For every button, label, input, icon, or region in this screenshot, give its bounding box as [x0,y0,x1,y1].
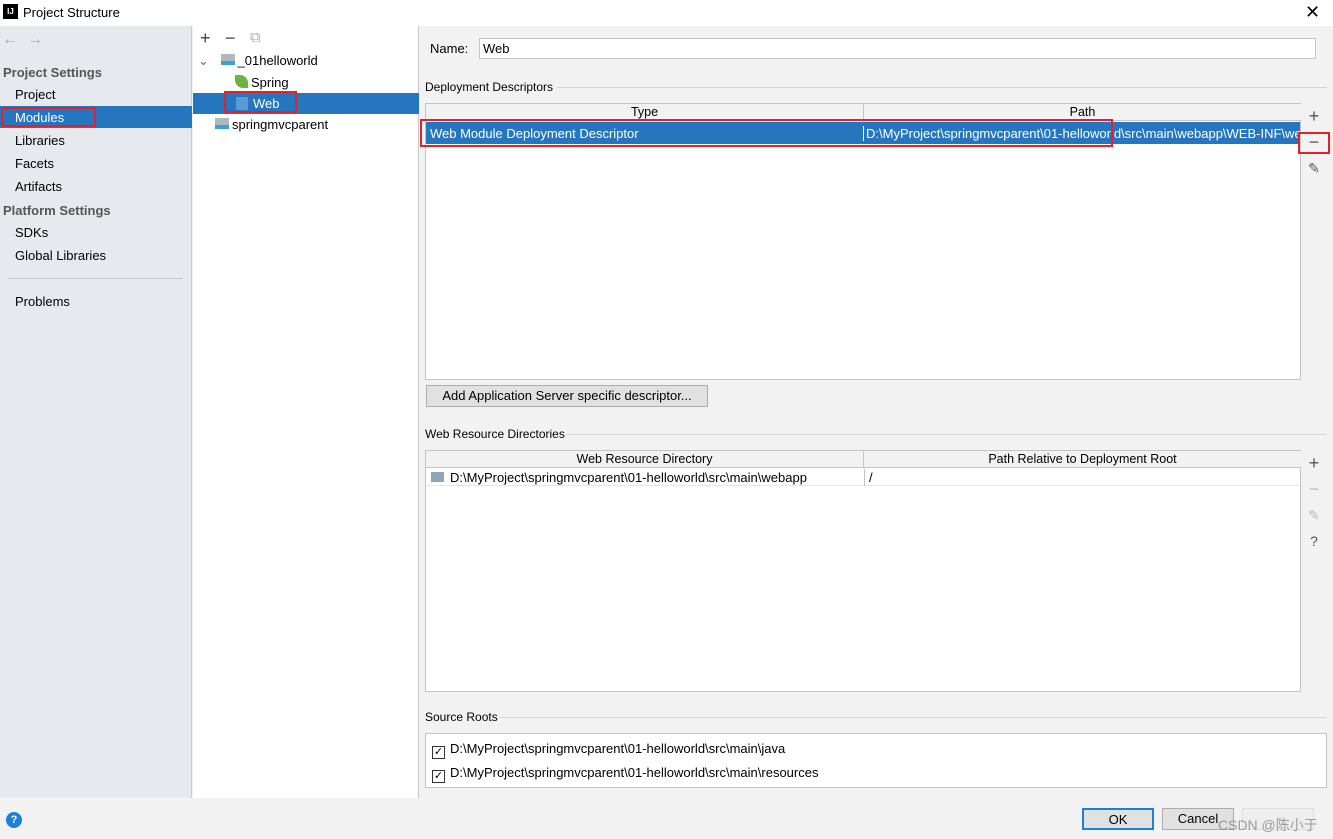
chevron-down-icon: ⌄ [198,53,209,68]
module-folder-icon [220,54,235,65]
module-tree: + − ⧉ ⌄ _01helloworld Spring Web springm… [193,26,419,798]
edit-descriptor-button[interactable]: ✎ [1304,158,1324,178]
module-folder-icon [215,118,229,129]
spring-leaf-icon [235,75,248,88]
web-resource-directories-heading: Web Resource Directories [425,427,565,441]
tree-node-springmvcparent[interactable]: springmvcparent [215,117,328,132]
platform-settings-heading: Platform Settings [3,203,111,218]
sidebar: ← → Project Settings Project Modules Lib… [0,26,192,798]
add-resource-button[interactable]: + [1304,453,1324,473]
sidebar-item-problems[interactable]: Problems [15,294,70,309]
tree-node-label: springmvcparent [232,117,329,132]
add-descriptor-button[interactable]: + [1304,106,1324,126]
title-bar: IJ Project Structure ✕ [0,0,1333,26]
back-button[interactable]: ← [2,31,18,49]
column-header-web-resource-directory[interactable]: Web Resource Directory [426,451,864,468]
highlight-box [224,91,297,113]
help-resource-button[interactable]: ? [1304,531,1324,551]
deployment-descriptors-heading: Deployment Descriptors [425,80,554,94]
ok-button[interactable]: OK [1082,808,1154,830]
highlight-box [1298,132,1330,154]
sidebar-item-global-libraries[interactable]: Global Libraries [15,248,106,263]
resource-relative-path: / [864,469,873,486]
remove-icon[interactable]: − [225,28,236,49]
source-root-path: D:\MyProject\springmvcparent\01-hellowor… [450,741,786,756]
divider [500,717,1327,718]
divider [566,434,1327,435]
divider [557,87,1327,88]
tree-node-label: _01helloworld [237,53,318,68]
name-input[interactable] [479,38,1316,59]
source-roots-heading: Source Roots [425,710,498,724]
sidebar-item-facets[interactable]: Facets [15,156,54,171]
source-root-item[interactable]: ✓ D:\MyProject\springmvcparent\01-hellowo… [432,741,785,759]
tree-node-spring[interactable]: Spring [235,75,289,90]
sidebar-item-project[interactable]: Project [15,87,55,102]
tree-node-label: Spring [251,75,289,90]
tree-node-01helloworld[interactable]: ⌄ _01helloworld [198,53,318,69]
sidebar-item-sdks[interactable]: SDKs [15,225,48,240]
add-icon[interactable]: + [200,28,211,49]
source-root-item[interactable]: ✓ D:\MyProject\springmvcparent\01-hellowo… [432,765,818,783]
folder-icon [431,472,444,482]
project-settings-heading: Project Settings [3,65,102,80]
checkbox-checked-icon[interactable]: ✓ [432,746,445,759]
sidebar-item-libraries[interactable]: Libraries [15,133,65,148]
web-resource-table: Web Resource Directory Path Relative to … [425,450,1301,692]
name-label: Name: [430,41,469,56]
facet-editor: Name: Deployment Descriptors Type Path W… [420,26,1333,798]
forward-button[interactable]: → [27,31,43,49]
watermark: CSDN @陈小于 [1218,817,1318,833]
remove-resource-button[interactable]: − [1304,479,1324,499]
edit-resource-button[interactable]: ✎ [1304,505,1324,525]
source-root-path: D:\MyProject\springmvcparent\01-hellowor… [450,765,819,780]
close-icon[interactable]: ✕ [1305,2,1320,23]
app-logo-icon: IJ [3,4,18,19]
add-server-descriptor-button[interactable]: Add Application Server specific descript… [426,385,708,407]
checkbox-checked-icon[interactable]: ✓ [432,770,445,783]
window-title: Project Structure [23,5,120,20]
column-header-relative-path[interactable]: Path Relative to Deployment Root [864,451,1301,468]
copy-icon[interactable]: ⧉ [250,29,261,46]
divider [8,278,183,279]
resource-directory: D:\MyProject\springmvcparent\01-hellowor… [450,470,807,485]
highlight-box [420,119,1113,147]
sidebar-item-artifacts[interactable]: Artifacts [15,179,62,194]
highlight-box [1,107,96,127]
source-roots-list: ✓ D:\MyProject\springmvcparent\01-hellowo… [425,733,1327,788]
table-row[interactable]: D:\MyProject\springmvcparent\01-hellowor… [426,469,1300,486]
help-button[interactable]: ? [6,812,22,828]
